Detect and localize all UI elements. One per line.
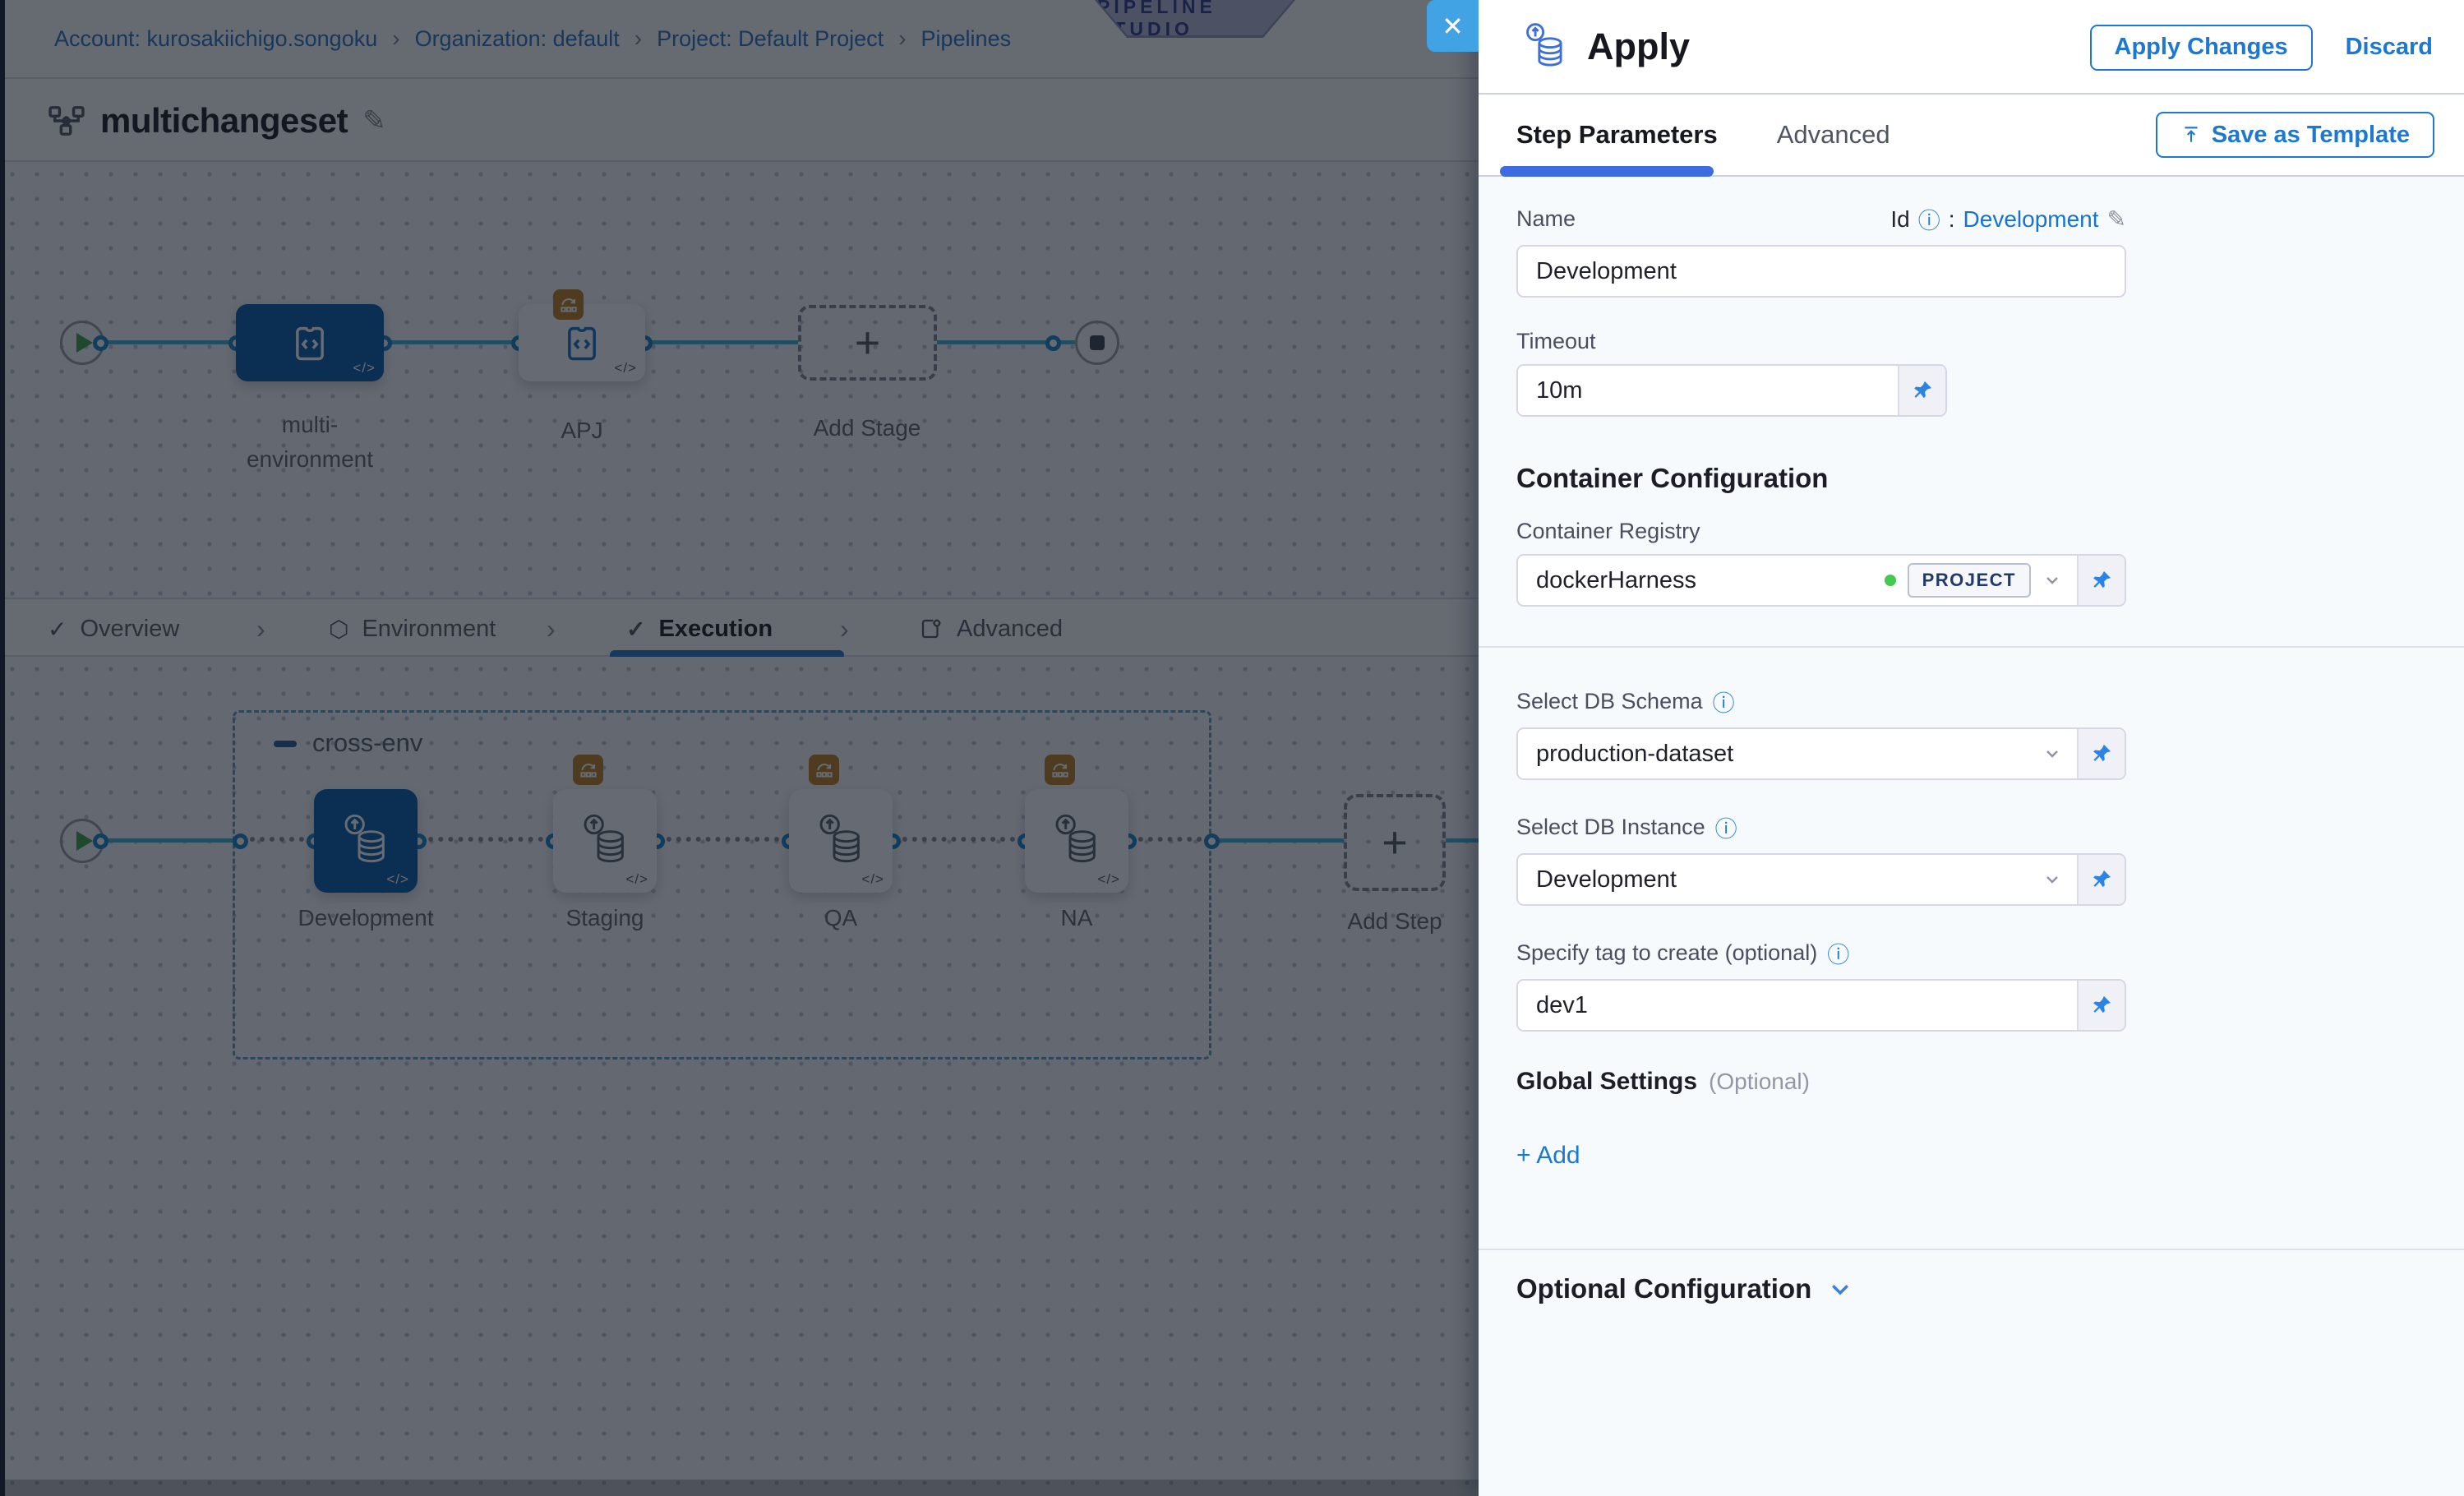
pin-icon	[2090, 742, 2113, 765]
container-registry-value: dockerHarness	[1536, 567, 1873, 594]
timeout-input[interactable]	[1518, 366, 1898, 415]
id-value: Development	[1963, 206, 2099, 233]
step-config-panel: ✕ Apply Apply Changes Discard Step Param…	[1479, 0, 2464, 1496]
info-icon[interactable]: ⓘ	[1827, 937, 1849, 969]
pin-input-type-button[interactable]	[2077, 556, 2125, 605]
panel-title: Apply	[1587, 25, 1690, 68]
close-panel-button[interactable]: ✕	[1427, 0, 1479, 52]
optional-configuration-heading: Optional Configuration	[1516, 1273, 1811, 1304]
active-tab-underline	[1500, 166, 1714, 177]
dim-overlay	[0, 0, 1479, 1496]
section-divider	[1479, 646, 2464, 648]
pin-icon	[2090, 569, 2113, 592]
optional-hint: (Optional)	[1709, 1069, 1810, 1095]
name-input[interactable]	[1516, 245, 2126, 298]
pin-input-type-button[interactable]	[1898, 366, 1945, 415]
scope-badge: PROJECT	[1908, 563, 2031, 598]
close-icon: ✕	[1442, 11, 1464, 42]
apply-step-icon	[1521, 21, 1569, 72]
global-settings-label: Global Settings	[1516, 1068, 1697, 1096]
tab-step-advanced[interactable]: Advanced	[1777, 120, 1890, 150]
chevron-down-icon	[1828, 1277, 1853, 1301]
connector-status-dot	[1885, 575, 1896, 586]
panel-tabs: Step Parameters Advanced Save as Templat…	[1479, 95, 2464, 177]
container-registry-select[interactable]: dockerHarness PROJECT	[1516, 554, 2126, 607]
db-schema-select[interactable]: production-dataset	[1516, 727, 2126, 780]
apply-changes-button[interactable]: Apply Changes	[2090, 25, 2313, 71]
container-configuration-heading: Container Configuration	[1516, 463, 2426, 494]
pin-input-type-button[interactable]	[2077, 729, 2125, 778]
db-instance-label: Select DB Instance	[1516, 815, 1705, 840]
db-schema-label: Select DB Schema	[1516, 689, 1703, 714]
id-label: Id	[1890, 206, 1909, 233]
timeout-label: Timeout	[1516, 329, 2426, 354]
name-label: Name	[1516, 206, 1576, 232]
pin-input-type-button[interactable]	[2077, 855, 2125, 904]
pipeline-studio-app: Account: kurosakiichigo.songoku › Organi…	[0, 0, 2464, 1496]
tab-step-parameters[interactable]: Step Parameters	[1516, 120, 1718, 150]
db-instance-select[interactable]: Development	[1516, 853, 2126, 906]
db-instance-value: Development	[1536, 866, 2031, 893]
discard-button[interactable]: Discard	[2346, 34, 2433, 61]
save-as-template-button[interactable]: Save as Template	[2156, 112, 2434, 158]
info-icon[interactable]: ⓘ	[1713, 686, 1735, 718]
chevron-down-icon[interactable]	[2042, 870, 2062, 889]
pin-input-type-button[interactable]	[2077, 981, 2125, 1030]
tag-label: Specify tag to create (optional)	[1516, 940, 1817, 966]
id-colon: :	[1949, 206, 1955, 233]
pin-icon	[1911, 379, 1934, 402]
step-parameters-form: Name Id ⓘ : Development ✎ Timeout	[1479, 177, 2464, 1496]
optional-configuration-toggle[interactable]: Optional Configuration	[1516, 1273, 2426, 1304]
chevron-down-icon[interactable]	[2042, 744, 2062, 764]
pin-icon	[2090, 868, 2113, 891]
chevron-down-icon[interactable]	[2042, 570, 2062, 590]
info-icon[interactable]: ⓘ	[1715, 811, 1737, 843]
section-divider	[1479, 1249, 2464, 1250]
pin-icon	[2090, 994, 2113, 1017]
edit-id-icon[interactable]: ✎	[2107, 205, 2126, 233]
panel-header: Apply Apply Changes Discard	[1479, 0, 2464, 95]
tag-input[interactable]	[1518, 981, 2077, 1030]
container-registry-label: Container Registry	[1516, 519, 2426, 544]
db-schema-value: production-dataset	[1536, 741, 2031, 768]
info-icon[interactable]: ⓘ	[1918, 203, 1940, 235]
upload-icon	[2180, 124, 2202, 145]
add-global-setting-button[interactable]: + Add	[1516, 1142, 1580, 1170]
